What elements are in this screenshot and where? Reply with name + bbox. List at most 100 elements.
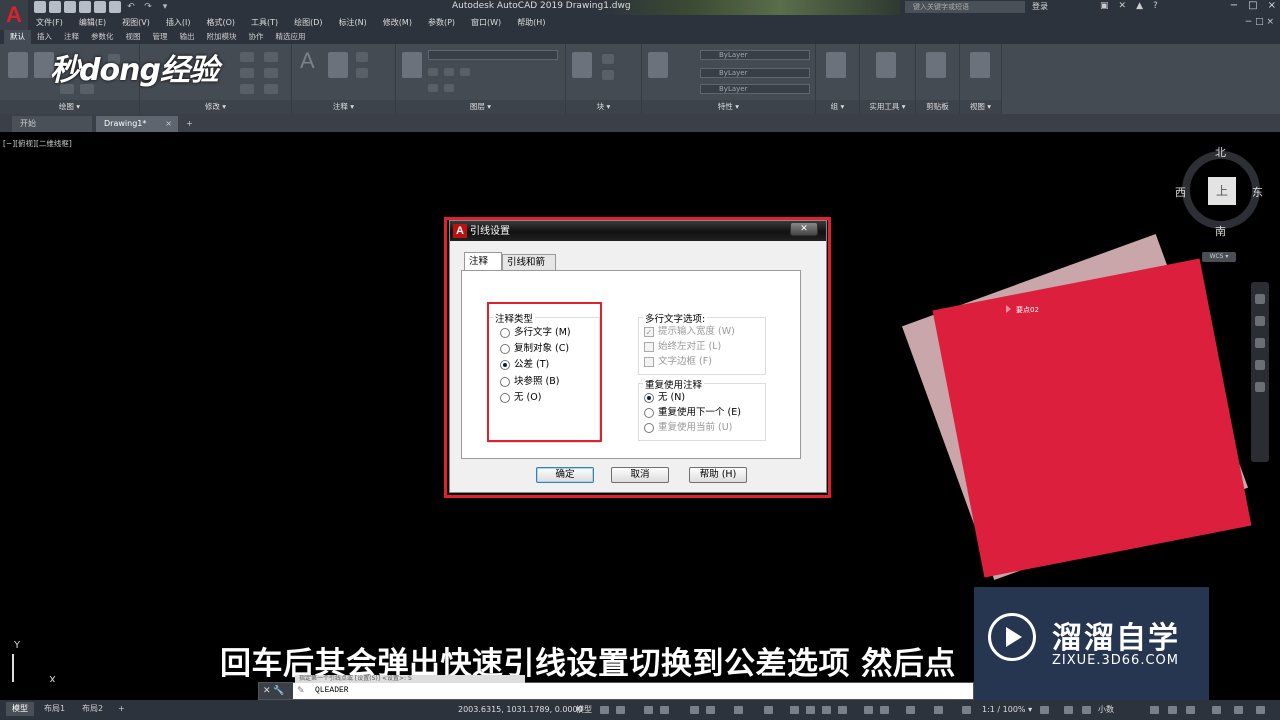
cancel-button[interactable]: 取消 (611, 467, 669, 483)
dialog-close-button[interactable]: ✕ (790, 222, 818, 236)
radio-button[interactable] (644, 423, 654, 433)
grid-icon[interactable] (600, 706, 609, 714)
move-icon[interactable] (240, 52, 254, 62)
save-as-icon[interactable] (79, 1, 91, 13)
viewcube-top-face[interactable]: 上 (1208, 177, 1236, 205)
dimension-icon[interactable] (328, 52, 348, 78)
layout-tab-model[interactable]: 模型 (6, 702, 34, 716)
annotation-scale-icon[interactable] (962, 706, 971, 714)
ortho-icon[interactable] (644, 706, 653, 714)
clean-screen-icon[interactable] (1234, 706, 1243, 714)
menu-window-controls[interactable]: − □ × (1245, 15, 1274, 30)
pan-icon[interactable] (1255, 316, 1265, 326)
menu-modify[interactable]: 修改(M) (375, 15, 420, 30)
menu-window[interactable]: 窗口(W) (463, 15, 509, 30)
checkbox[interactable] (644, 342, 654, 352)
close-button[interactable]: × (1268, 0, 1276, 11)
selection-filter-icon[interactable] (864, 706, 873, 714)
layout-tab-layout1[interactable]: 布局1 (38, 702, 71, 716)
check-frame-text[interactable]: 文字边框 (F) (644, 355, 712, 369)
rotate-icon[interactable] (264, 52, 278, 62)
compass-north[interactable]: 北 (1215, 144, 1226, 160)
checkbox[interactable]: ✓ (644, 327, 654, 337)
dialog-title-bar[interactable]: A 引线设置 ✕ (450, 221, 826, 241)
paste-icon[interactable] (926, 52, 946, 78)
ok-button[interactable]: 确定 (536, 467, 594, 483)
layer-icon[interactable] (428, 84, 438, 92)
insert-block-icon[interactable] (572, 52, 592, 78)
compass-east[interactable]: 东 (1252, 184, 1263, 200)
radio-reuse-next[interactable]: 重复使用下一个 (E) (644, 406, 741, 420)
customization-icon[interactable] (1256, 706, 1265, 714)
minimize-button[interactable]: − (1230, 0, 1238, 11)
create-block-icon[interactable] (602, 54, 614, 64)
object-snap-icon[interactable] (734, 706, 743, 714)
dynamic-ucs-icon[interactable] (838, 706, 847, 714)
tab-insert[interactable]: 插入 (31, 30, 58, 44)
menu-tools[interactable]: 工具(T) (243, 15, 286, 30)
units-icon[interactable] (1082, 706, 1091, 714)
login-link[interactable]: 登录 (1032, 1, 1048, 12)
stretch-icon[interactable] (240, 84, 254, 94)
layer-properties-icon[interactable] (402, 52, 422, 78)
color-dropdown[interactable]: ByLayer (700, 50, 810, 60)
application-menu-button[interactable]: A (0, 0, 28, 30)
selection-cycling-icon[interactable] (806, 706, 815, 714)
snap-icon[interactable] (616, 706, 625, 714)
layer-icon[interactable] (460, 68, 470, 76)
panel-title-utilities[interactable]: 实用工具 ▾ (860, 100, 915, 114)
gizmo-icon[interactable] (880, 706, 889, 714)
edit-block-icon[interactable] (602, 70, 614, 80)
text-icon[interactable]: A (300, 48, 315, 74)
orbit-icon[interactable] (1255, 360, 1265, 370)
cart-icon[interactable]: ▣ (1100, 1, 1109, 11)
panel-title-group[interactable]: 组 ▾ (816, 100, 859, 114)
mirror-icon[interactable] (264, 68, 278, 78)
check-prompt-width[interactable]: ✓ 提示输入宽度 (W) (644, 325, 735, 339)
panel-title-draw[interactable]: 绘图 ▾ (0, 100, 139, 114)
copy-icon[interactable] (240, 68, 254, 78)
open-file-icon[interactable] (49, 1, 61, 13)
viewport-controls[interactable]: [−][俯视][二维线框] (3, 138, 72, 149)
maximize-button[interactable]: □ (1248, 0, 1257, 11)
measure-icon[interactable] (876, 52, 896, 78)
full-navigation-wheel-icon[interactable] (1255, 294, 1265, 304)
tab-featured-apps[interactable]: 精选应用 (270, 30, 312, 44)
menu-draw[interactable]: 绘图(D) (286, 15, 330, 30)
menu-help[interactable]: 帮助(H) (509, 15, 553, 30)
tab-collaborate[interactable]: 协作 (243, 30, 270, 44)
units-dropdown[interactable]: 小数 (1098, 703, 1114, 717)
new-file-icon[interactable] (34, 1, 46, 13)
layer-icon[interactable] (428, 68, 438, 76)
print-icon[interactable] (109, 1, 121, 13)
panel-title-properties[interactable]: 特性 ▾ (642, 100, 815, 114)
panel-title-block[interactable]: 块 ▾ (566, 100, 641, 114)
tab-manage[interactable]: 管理 (147, 30, 174, 44)
tab-annotate[interactable]: 注释 (58, 30, 85, 44)
radio-reuse-none[interactable]: 无 (N) (644, 391, 685, 405)
isodraft-icon[interactable] (690, 706, 699, 714)
base-view-icon[interactable] (970, 52, 990, 78)
lineweight-icon[interactable] (764, 706, 773, 714)
menu-format[interactable]: 格式(O) (198, 15, 243, 30)
line-icon[interactable] (8, 52, 28, 78)
lineweight-dropdown[interactable]: ByLayer (700, 84, 810, 94)
tab-view[interactable]: 视图 (120, 30, 147, 44)
qat-dropdown-icon[interactable]: ▾ (158, 1, 172, 13)
help-icon[interactable]: ? (1153, 1, 1158, 11)
help-button[interactable]: 帮助 (H) (689, 467, 747, 483)
auto-scale-icon[interactable] (934, 706, 943, 714)
account-icon[interactable]: ▲ (1136, 1, 1143, 11)
radio-button[interactable] (644, 408, 654, 418)
command-input[interactable]: QLEADER (315, 683, 349, 699)
new-tab-button[interactable]: + (182, 116, 200, 132)
radio-reuse-current[interactable]: 重复使用当前 (U) (644, 421, 732, 435)
menu-edit[interactable]: 编辑(E) (71, 15, 114, 30)
layout-tab-add[interactable]: + (112, 702, 131, 716)
tab-leader-arrow[interactable]: 引线和箭头 (502, 254, 556, 284)
polar-icon[interactable] (660, 706, 669, 714)
group-icon[interactable] (826, 52, 846, 78)
layer-icon[interactable] (444, 68, 454, 76)
checkbox[interactable] (644, 357, 654, 367)
tab-parametric[interactable]: 参数化 (85, 30, 120, 44)
